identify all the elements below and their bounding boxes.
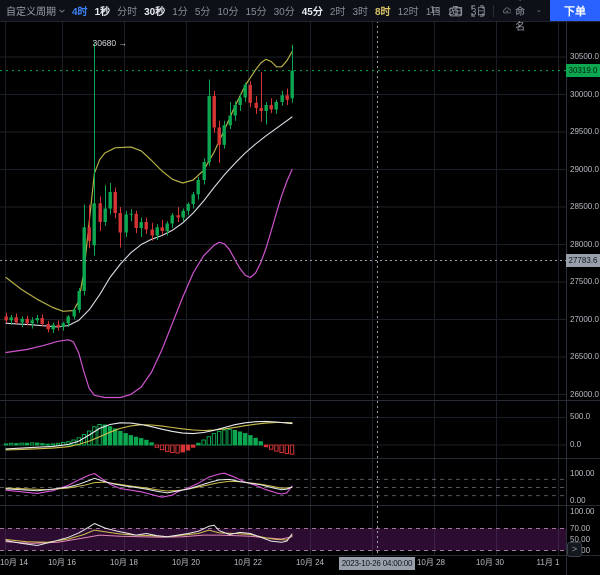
fullscreen-icon[interactable] [471, 5, 484, 17]
period-button-分时[interactable]: 分时 [117, 3, 137, 18]
period-button-3时[interactable]: 3时 [352, 3, 368, 18]
camera-icon[interactable] [449, 5, 462, 17]
period-button-4时[interactable]: 4时 [72, 3, 88, 18]
period-button-5分[interactable]: 5分 [195, 3, 211, 18]
cloud-layout-menu[interactable]: 未命名 [503, 0, 541, 33]
toolbar-divider [493, 5, 494, 17]
place-order-button[interactable]: 下单 [550, 0, 600, 21]
period-button-10分[interactable]: 10分 [217, 3, 238, 18]
resolution-label[interactable]: 1s [429, 5, 440, 16]
period-button-45分[interactable]: 45分 [302, 3, 323, 18]
candlestick-chart[interactable]: 30680 → [0, 0, 600, 575]
chevron-down-icon [537, 8, 541, 14]
period-button-8时[interactable]: 8时 [375, 3, 391, 18]
period-button-12时[interactable]: 12时 [398, 3, 419, 18]
period-button-2时[interactable]: 2时 [330, 3, 346, 18]
period-button-30分[interactable]: 30分 [274, 3, 295, 18]
layout-name-label: 未命名 [515, 0, 533, 33]
period-button-15分[interactable]: 15分 [246, 3, 267, 18]
chevron-down-icon [59, 8, 65, 14]
svg-text:30680 →: 30680 → [93, 38, 128, 48]
trading-app: 30680 → 30500.030000.029500.029000.02850… [0, 0, 600, 575]
chart-toolbar: 自定义周期 4时 1秒分时 30秒 1分 5分 10分 15分 30分 45分 2时 3时 8时 12时… [0, 0, 600, 22]
period-button-1分[interactable]: 1分 [172, 3, 188, 18]
cloud-save-icon [503, 5, 512, 16]
period-button-1秒[interactable]: 1秒 [95, 3, 111, 18]
axis-expander-button[interactable]: > [567, 542, 582, 557]
period-button-30秒[interactable]: 30秒 [144, 3, 165, 18]
custom-period-selector[interactable]: 自定义周期 [6, 3, 65, 18]
custom-period-label: 自定义周期 [6, 3, 56, 18]
period-button-list: 4时1秒分时30秒1分5分10分15分30分45分2时3时8时12时1日2日3日 [72, 3, 486, 18]
